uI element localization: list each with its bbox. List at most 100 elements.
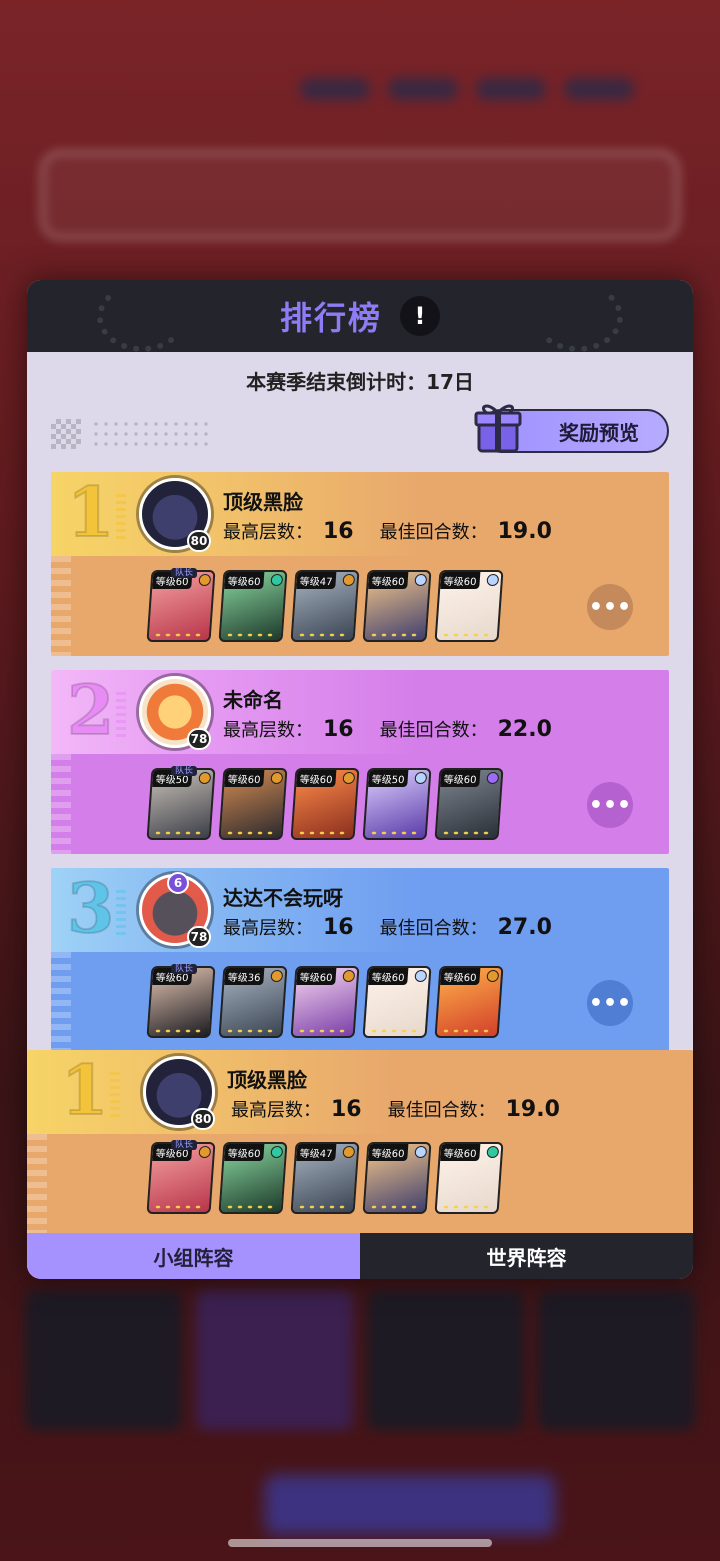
hero-stars	[440, 830, 494, 836]
entry-team: 等级60 等级60 等级47 等级60 等级60 队长 •••	[51, 556, 669, 656]
hero-level: 等级60	[440, 770, 481, 787]
element-icon	[486, 772, 500, 784]
reward-preview-button[interactable]: 奖励预览	[474, 404, 669, 453]
element-icon	[486, 970, 500, 982]
hero-level: 等级36	[224, 968, 265, 985]
hero-card[interactable]: 等级60	[434, 966, 504, 1038]
hero-card[interactable]: 等级47	[290, 570, 360, 642]
checker-decoration	[51, 419, 81, 449]
hero-card[interactable]: 等级60	[362, 966, 432, 1038]
blurred-card-row	[25, 1290, 695, 1430]
tab-world-lineup[interactable]: 世界阵容	[360, 1233, 693, 1279]
my-ranking-entry: 1 80 顶级黑脸 最高层数： 16 最佳回合数： 19.0 等级60 等级60 等级…	[27, 1050, 693, 1233]
hero-card[interactable]: 等级60	[434, 1142, 504, 1214]
element-icon	[414, 574, 428, 586]
stripe-decoration	[51, 556, 71, 656]
best-rounds-label: 最佳回合数：	[379, 522, 488, 543]
element-icon	[198, 1146, 212, 1158]
hero-level: 等级60	[224, 770, 265, 787]
hero-stars	[296, 1028, 350, 1034]
max-floor-value: 16	[323, 519, 354, 544]
hero-card[interactable]: 等级60	[434, 768, 504, 840]
player-stats: 最高层数： 16 最佳回合数： 22.0	[223, 716, 578, 742]
entry-header: 3 6 78 达达不会玩呀 最高层数： 16 最佳回合数： 27.0	[51, 868, 669, 952]
max-floor-label: 最高层数：	[231, 1100, 321, 1121]
hero-level: 等级60	[440, 572, 481, 589]
hero-card[interactable]: 等级60	[146, 1142, 216, 1214]
rank-number: 1	[60, 1051, 121, 1131]
element-icon	[486, 1146, 500, 1158]
hero-level: 等级60	[440, 1144, 481, 1161]
info-button[interactable]: !	[400, 296, 440, 336]
avatar-level-badge: 78	[187, 926, 211, 948]
captain-tag: 队长	[171, 758, 198, 777]
captain-tag: 队长	[171, 560, 198, 579]
captain-tag: 队长	[171, 1132, 198, 1151]
hero-team: 等级60 等级60 等级47 等级60 等级60	[146, 570, 504, 642]
hero-level: 等级50	[368, 770, 409, 787]
element-icon	[342, 1146, 356, 1158]
player-stats: 最高层数： 16 最佳回合数： 19.0	[231, 1096, 586, 1122]
element-icon	[198, 574, 212, 586]
blurred-bottom-button	[265, 1475, 555, 1535]
hero-card[interactable]: 等级60	[218, 1142, 288, 1214]
entry-header: 2 78 未命名 最高层数： 16 最佳回合数： 22.0	[51, 670, 669, 754]
hero-stars	[152, 1204, 206, 1210]
max-floor-value: 16	[323, 717, 354, 742]
player-name: 未命名	[223, 688, 283, 712]
stripe-decoration	[51, 754, 71, 854]
more-options-button[interactable]: •••	[587, 980, 633, 1026]
hero-card[interactable]: 等级60	[290, 966, 360, 1038]
hero-card[interactable]: 等级60	[218, 570, 288, 642]
hero-card[interactable]: 等级50	[362, 768, 432, 840]
tab-group-lineup[interactable]: 小组阵容	[27, 1233, 360, 1279]
element-icon	[342, 970, 356, 982]
hero-stars	[368, 830, 422, 836]
hero-card[interactable]: 等级60	[362, 570, 432, 642]
more-options-button[interactable]: •••	[587, 782, 633, 828]
home-indicator	[228, 1539, 492, 1547]
avatar-level-badge: 80	[187, 530, 211, 552]
tab-bar: 小组阵容 世界阵容	[27, 1233, 693, 1279]
hero-stars	[152, 632, 206, 638]
rank-number: 2	[66, 671, 127, 751]
best-rounds-label: 最佳回合数：	[379, 918, 488, 939]
hero-level: 等级60	[368, 572, 409, 589]
hero-stars	[296, 830, 350, 836]
laurel-left-icon	[97, 282, 187, 352]
max-floor-label: 最高层数：	[223, 918, 313, 939]
hero-card[interactable]: 等级60	[146, 966, 216, 1038]
toolbar: 奖励预览	[27, 403, 693, 463]
hero-level: 等级60	[296, 770, 337, 787]
captain-label: 队长	[171, 964, 198, 974]
captain-label: 队长	[171, 766, 198, 776]
hero-stars	[440, 632, 494, 638]
hero-stars	[296, 1204, 350, 1210]
element-icon	[198, 772, 212, 784]
hero-card[interactable]: 等级36	[218, 966, 288, 1038]
hero-level: 等级60	[224, 1144, 265, 1161]
hero-card[interactable]: 等级60	[146, 570, 216, 642]
more-options-button[interactable]: •••	[587, 584, 633, 630]
hero-card[interactable]: 等级50	[146, 768, 216, 840]
hero-card[interactable]: 等级60	[218, 768, 288, 840]
best-rounds-value: 27.0	[497, 915, 552, 940]
stripe-decoration	[27, 1134, 47, 1233]
player-stats: 最高层数： 16 最佳回合数： 19.0	[223, 518, 578, 544]
dots-decoration	[91, 419, 211, 449]
hero-card[interactable]: 等级60	[434, 570, 504, 642]
best-rounds-label: 最佳回合数：	[379, 720, 488, 741]
hero-card[interactable]: 等级47	[290, 1142, 360, 1214]
element-icon	[486, 574, 500, 586]
best-rounds-value: 19.0	[505, 1097, 560, 1122]
captain-tag: 队长	[171, 956, 198, 975]
avatar-level-badge: 80	[191, 1108, 215, 1130]
player-name: 顶级黑脸	[223, 490, 303, 514]
reward-preview-label: 奖励预览	[559, 420, 639, 445]
hero-level: 等级47	[296, 572, 337, 589]
rank-number: 1	[66, 473, 127, 553]
hero-level: 等级47	[296, 1144, 337, 1161]
player-name: 达达不会玩呀	[223, 886, 343, 910]
hero-card[interactable]: 等级60	[362, 1142, 432, 1214]
hero-card[interactable]: 等级60	[290, 768, 360, 840]
